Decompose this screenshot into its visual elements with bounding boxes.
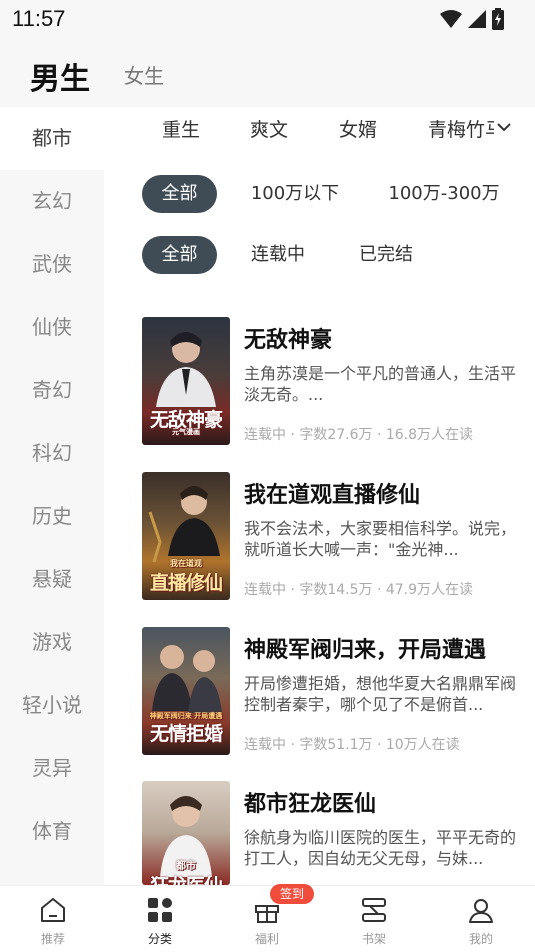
home-icon	[41, 898, 65, 922]
book-title[interactable]: 神殿军阀归来，开局遭遇	[244, 632, 486, 664]
subgenre-tab[interactable]: 爽文	[250, 115, 288, 142]
subgenre-tab[interactable]: 青梅竹马	[428, 115, 494, 142]
cover-title: 直播修仙	[149, 572, 223, 594]
status-time: 11:57	[12, 6, 66, 31]
sidebar-item-wuxia[interactable]: 武侠	[0, 233, 104, 296]
tab-female[interactable]: 女生	[124, 60, 164, 89]
sidebar-item-dushi[interactable]: 都市	[0, 107, 104, 170]
category-sidebar: 都市 玄幻 武侠 仙侠 奇幻 科幻 历史 悬疑 游戏 轻小说 灵异 体育	[0, 107, 104, 885]
gender-tabs: 男生 女生	[0, 40, 535, 107]
nav-label: 推荐	[40, 932, 65, 946]
book-description: 开局惨遭拒婚，想他华夏大名鼎鼎军阀控制者秦宇，哪个见了不是俯首...	[244, 674, 517, 714]
book-meta: 连载中 · 字数14.5万 · 47.9万人在读	[244, 582, 474, 598]
cover-subtitle: 元气漫画	[172, 428, 200, 436]
sidebar-item-kehuan[interactable]: 科幻	[0, 422, 104, 485]
signin-badge[interactable]: 签到	[270, 884, 314, 904]
book-cover[interactable]: 都市 狂龙医仙	[142, 781, 230, 885]
nav-label: 书架	[361, 932, 386, 946]
wifi-icon	[440, 10, 462, 28]
sidebar-item-qihuan[interactable]: 奇幻	[0, 359, 104, 422]
filter-wordcount-under-100w[interactable]: 100万以下	[240, 175, 350, 213]
nav-category[interactable]: 分类	[120, 886, 200, 952]
book-title[interactable]: 我在道观直播修仙	[244, 477, 420, 509]
nav-label: 福利	[254, 932, 279, 946]
nav-label: 分类	[147, 932, 172, 946]
filter-status-ongoing[interactable]: 连载中	[240, 236, 316, 274]
book-description: 徐航身为临川医院的医生，平平无奇的打工人，因自幼无父无母，与妹...	[244, 828, 517, 868]
book-meta: 连载中 · 字数51.1万 · 10万人在读	[244, 737, 460, 753]
bottom-nav: 推荐 分类 福利 书架 我的	[0, 885, 535, 952]
subgenre-tab[interactable]: 女婿	[339, 115, 377, 142]
status-icons	[439, 8, 505, 30]
book-description: 我不会法术，大家要相信科学。说完，就听道长大喊一声："金光神...	[244, 519, 517, 559]
book-description: 主角苏漠是一个平凡的普通人，生活平淡无奇。...	[244, 364, 517, 404]
nav-recommend[interactable]: 推荐	[13, 886, 93, 952]
book-title[interactable]: 都市狂龙医仙	[244, 786, 376, 818]
filter-wordcount-all[interactable]: 全部	[142, 175, 217, 213]
signal-icon	[468, 10, 486, 28]
battery-icon	[492, 8, 504, 30]
sidebar-item-youxi[interactable]: 游戏	[0, 611, 104, 674]
subgenre-tab[interactable]: 重生	[162, 115, 200, 142]
book-cover[interactable]: 我在道观 直播修仙	[142, 472, 230, 600]
bookshelf-icon	[362, 898, 386, 922]
cover-title: 狂龙医仙	[142, 871, 230, 885]
sidebar-item-xianxia[interactable]: 仙侠	[0, 296, 104, 359]
nav-label: 我的	[468, 932, 493, 946]
user-icon	[469, 899, 493, 923]
filter-status-all[interactable]: 全部	[142, 236, 217, 274]
sidebar-item-qingxiaoshuo[interactable]: 轻小说	[0, 674, 104, 737]
cover-title: 无情拒婚	[149, 723, 223, 745]
category-grid-icon	[148, 898, 172, 922]
filter-wordcount-100w-300w[interactable]: 100万-300万	[380, 175, 508, 213]
chevron-down-icon[interactable]	[496, 120, 512, 134]
tab-male[interactable]: 男生	[30, 54, 90, 98]
sidebar-item-xuanhuan[interactable]: 玄幻	[0, 170, 104, 233]
book-cover[interactable]: 无敌神豪 元气漫画	[142, 317, 230, 445]
book-meta: 连载中 · 字数27.6万 · 16.8万人在读	[244, 427, 474, 443]
nav-bookshelf[interactable]: 书架	[334, 886, 414, 952]
book-cover[interactable]: 神殿军阀归来 开局遭遇 无情拒婚	[142, 627, 230, 755]
sidebar-item-tiyu[interactable]: 体育	[0, 800, 104, 863]
book-title[interactable]: 无敌神豪	[244, 322, 332, 354]
filter-status-completed[interactable]: 已完结	[348, 236, 424, 274]
sidebar-item-lishi[interactable]: 历史	[0, 485, 104, 548]
status-bar: 11:57	[0, 0, 535, 40]
sidebar-item-lingyi[interactable]: 灵异	[0, 737, 104, 800]
nav-profile[interactable]: 我的	[441, 886, 521, 952]
sidebar-item-xuanyi[interactable]: 悬疑	[0, 548, 104, 611]
cover-subtitle: 都市	[176, 861, 196, 872]
